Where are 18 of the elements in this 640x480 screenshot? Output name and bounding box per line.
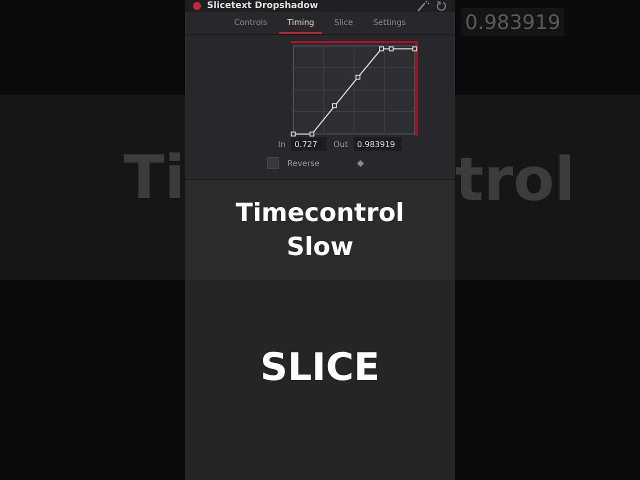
in-label: In — [278, 140, 286, 148]
checkbox[interactable] — [267, 157, 280, 169]
caption-text: SLICE — [260, 344, 380, 392]
reverse-label: Reverse — [287, 158, 320, 168]
reset-icon[interactable] — [436, 0, 447, 12]
in-field[interactable]: 0.727 — [291, 137, 328, 151]
wand-icon[interactable] — [416, 0, 430, 12]
tab[interactable]: Slice — [326, 12, 362, 34]
tab[interactable]: Settings — [365, 12, 414, 34]
record-dot-icon — [193, 2, 201, 10]
background-value: 0.983919 — [461, 8, 564, 36]
curve-graph-drawing[interactable] — [290, 41, 420, 137]
tab[interactable]: Controls — [226, 12, 276, 34]
tab[interactable]: Timing — [279, 12, 322, 34]
caption-text: Timecontrol Slow — [235, 197, 405, 263]
panel-title: Slicetext Dropshadow — [207, 1, 320, 11]
out-field[interactable]: 0.983919 — [354, 137, 402, 151]
out-label: Out — [333, 140, 348, 148]
